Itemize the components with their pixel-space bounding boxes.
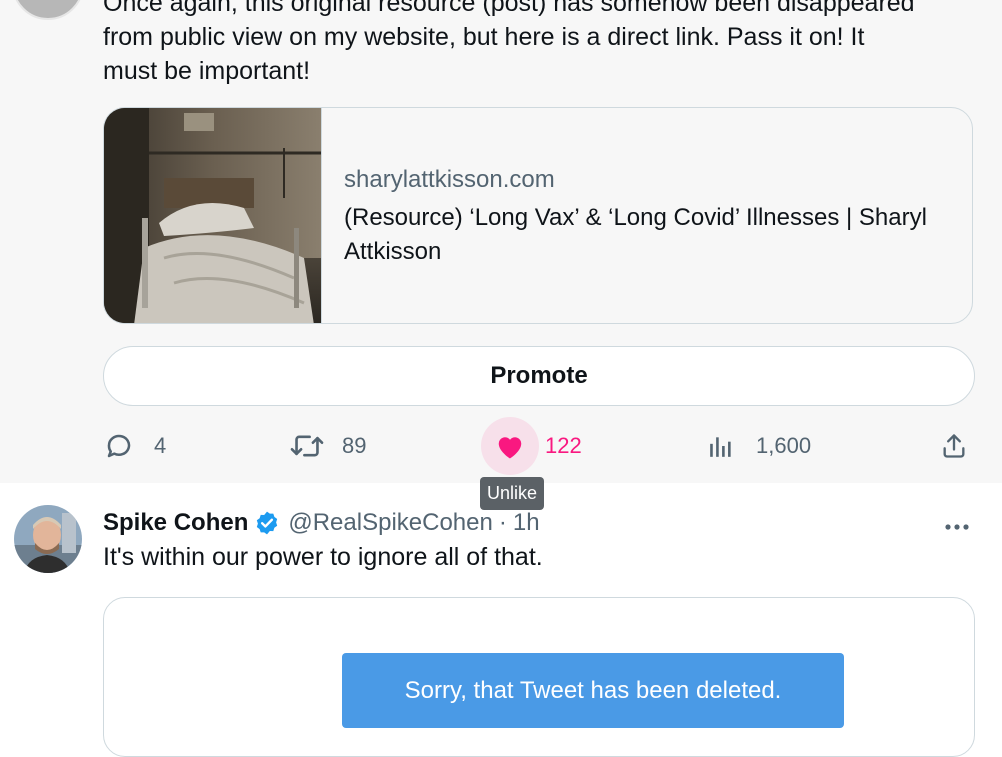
- avatar[interactable]: [12, 0, 84, 20]
- retweet-button[interactable]: 89: [290, 425, 366, 467]
- tweet-text: Once again, this original resource (post…: [103, 0, 983, 88]
- analytics-icon: [708, 433, 734, 459]
- card-domain: sharylattkisson.com: [344, 166, 555, 193]
- author-name[interactable]: Spike Cohen: [103, 509, 248, 537]
- deleted-tweet-notice: Sorry, that Tweet has been deleted.: [342, 653, 844, 728]
- views-button[interactable]: 1,600: [708, 425, 811, 467]
- card-title: (Resource) ‘Long Vax’ & ‘Long Covid’ Ill…: [344, 204, 927, 265]
- timestamp[interactable]: 1h: [513, 509, 540, 537]
- promote-button[interactable]: Promote: [103, 346, 975, 406]
- heart-filled-icon: [481, 417, 539, 475]
- separator: ·: [498, 509, 507, 536]
- like-count: 122: [545, 433, 582, 458]
- tweet-header: Spike Cohen @RealSpikeCohen · 1h: [103, 505, 540, 541]
- reply-icon: [104, 431, 134, 461]
- tweet-text: It's within our power to ignore all of t…: [103, 543, 543, 571]
- link-card[interactable]: sharylattkisson.com (Resource) ‘Long Vax…: [103, 107, 973, 324]
- tweet-text-line: must be important!: [103, 57, 311, 85]
- author-handle[interactable]: @RealSpikeCohen: [288, 509, 492, 537]
- views-count: 1,600: [756, 433, 812, 458]
- verified-badge-icon: [254, 510, 280, 536]
- card-thumbnail: [104, 108, 322, 323]
- reply-count: 4: [154, 433, 167, 458]
- tweet-previous[interactable]: Once again, this original resource (post…: [0, 0, 1002, 483]
- more-icon[interactable]: [944, 510, 970, 538]
- avatar[interactable]: [14, 505, 82, 573]
- share-icon: [940, 432, 968, 460]
- reply-button[interactable]: 4: [104, 425, 166, 467]
- tweet-text-line: from public view on my website, but here…: [103, 23, 865, 51]
- tweet-text-line: Once again, this original resource (post…: [103, 0, 915, 17]
- unlike-button[interactable]: 122: [481, 417, 582, 475]
- share-button[interactable]: [940, 425, 968, 467]
- retweet-icon: [290, 431, 324, 461]
- retweet-count: 89: [342, 433, 367, 458]
